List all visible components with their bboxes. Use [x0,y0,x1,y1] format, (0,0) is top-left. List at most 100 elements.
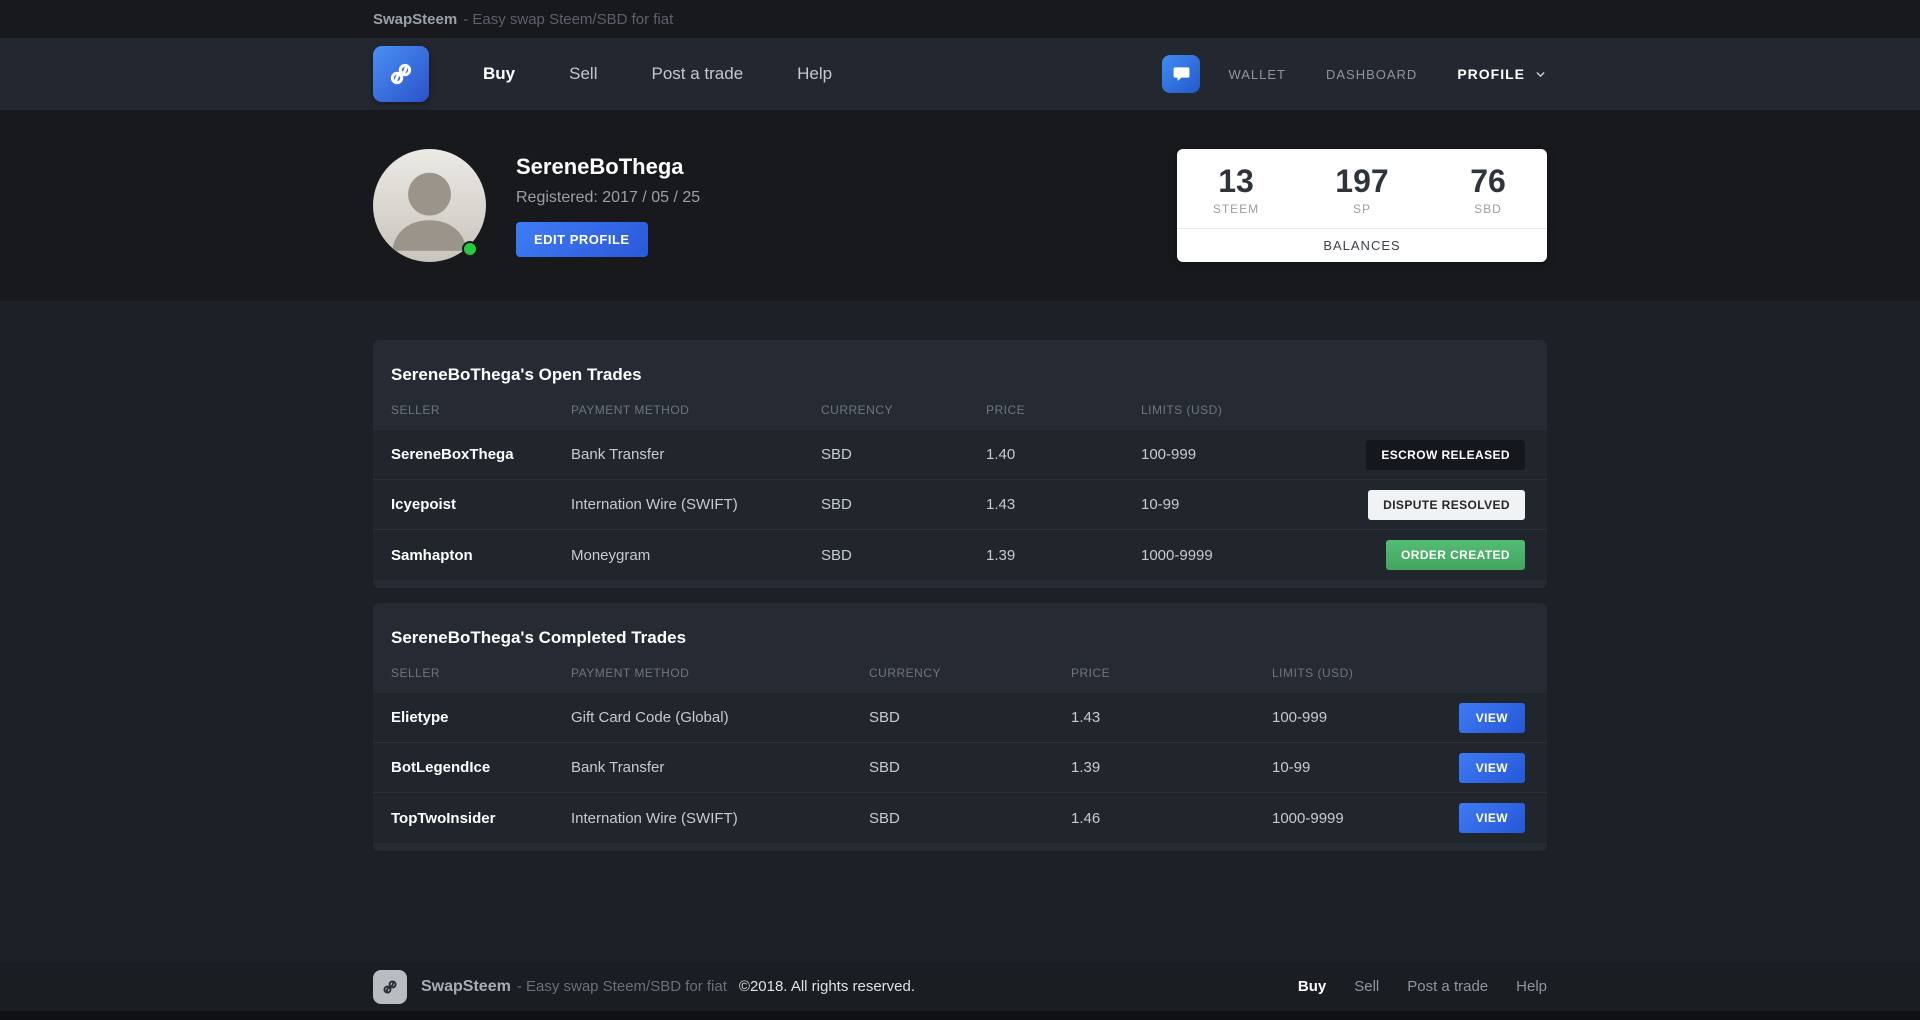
currency: SBD [869,709,900,726]
open-trades-panel: SereneBoThega's Open Trades SELLER PAYME… [373,340,1547,588]
column-header-limits: LIMITS (USD) [1272,666,1354,680]
dispute-resolved-button[interactable]: DISPUTE RESOLVED [1368,489,1525,520]
view-button[interactable]: VIEW [1458,803,1525,833]
payment-method: Moneygram [571,546,651,564]
payment-method: Bank Transfer [571,759,665,776]
open-trades-title: SereneBoThega's Open Trades [391,365,642,384]
column-header-price: PRICE [986,403,1026,417]
balance-sbd: 76 SBD [1451,163,1525,216]
footer: SwapSteem - Easy swap Steem/SBD for fiat… [0,962,1920,1011]
currency: SBD [821,446,852,463]
order-created-button[interactable]: ORDER CREATED [1386,540,1525,570]
limits: 100-999 [1272,709,1328,726]
footer-link-help[interactable]: Help [1516,978,1547,995]
topbar-brand: SwapSteem [373,10,458,28]
completed-trades-header-row: SELLER PAYMENT METHOD CURRENCY PRICE LIM… [373,666,1547,693]
currency: SBD [869,809,900,827]
currency: SBD [821,546,852,564]
column-header-limits: LIMITS (USD) [1141,403,1223,417]
bottom-strip [0,1011,1920,1020]
seller-name: Samhapton [391,546,473,564]
column-header-currency: CURRENCY [821,403,894,417]
balance-sp: 197 SP [1325,163,1399,216]
main-content: SereneBoThega's Open Trades SELLER PAYME… [0,301,1920,962]
avatar [373,149,486,262]
table-row: TopTwoInsider Internation Wire (SWIFT) S… [373,793,1547,843]
chat-button[interactable] [1162,55,1201,93]
limits: 1000-9999 [1272,809,1344,827]
nav-bar: Buy Sell Post a trade Help WALLET DASHBO… [0,38,1920,110]
payment-method: Internation Wire (SWIFT) [571,809,738,827]
currency: SBD [821,496,852,513]
balance-sbd-unit: SBD [1474,201,1502,216]
footer-tagline: - Easy swap Steem/SBD for fiat [516,978,727,995]
balances-card: 13 STEEM 197 SP 76 SBD BALANCES [1177,149,1547,262]
limits: 1000-9999 [1141,546,1213,564]
price: 1.39 [986,546,1016,564]
limits: 10-99 [1272,759,1311,776]
balance-sbd-value: 76 [1470,163,1506,200]
table-row: Icyepoist Internation Wire (SWIFT) SBD 1… [373,480,1547,530]
open-trades-header-row: SELLER PAYMENT METHOD CURRENCY PRICE LIM… [373,403,1547,430]
balance-sp-value: 197 [1335,163,1389,200]
seller-name: Icyepoist [391,496,457,513]
column-header-seller: SELLER [391,403,441,417]
nav-item-buy[interactable]: Buy [483,64,515,84]
completed-trades-title: SereneBoThega's Completed Trades [391,628,687,647]
seller-name: TopTwoInsider [391,809,496,827]
payment-method: Gift Card Code (Global) [571,709,729,726]
column-header-price: PRICE [1071,666,1111,680]
footer-brand: SwapSteem [421,977,511,995]
seller-name: Elietype [391,709,449,726]
seller-name: SereneBoxThega [391,446,514,463]
footer-logo-icon[interactable] [373,969,407,1004]
edit-profile-button[interactable]: EDIT PROFILE [516,222,648,257]
column-header-payment-method: PAYMENT METHOD [571,403,690,417]
profile-name: SereneBoThega [516,154,684,179]
seller-name: BotLegendIce [391,759,491,776]
nav-profile-label: PROFILE [1457,66,1525,82]
price: 1.40 [986,446,1016,463]
footer-link-sell[interactable]: Sell [1354,978,1379,995]
table-row: Samhapton Moneygram SBD 1.39 1000-9999 O… [373,530,1547,580]
balance-steem-value: 13 [1218,163,1254,200]
view-button[interactable]: VIEW [1458,752,1525,783]
footer-link-buy[interactable]: Buy [1298,978,1326,995]
view-button[interactable]: VIEW [1458,702,1525,733]
payment-method: Bank Transfer [571,446,665,463]
main-nav: Buy Sell Post a trade Help [483,64,832,84]
column-header-currency: CURRENCY [869,666,942,680]
swapsteem-logo-icon[interactable] [373,46,429,102]
nav-profile-menu[interactable]: PROFILE [1457,66,1547,82]
payment-method: Internation Wire (SWIFT) [571,496,738,513]
table-row: SereneBoxThega Bank Transfer SBD 1.40 10… [373,430,1547,480]
topbar: SwapSteem - Easy swap Steem/SBD for fiat [0,0,1920,38]
footer-link-post-a-trade[interactable]: Post a trade [1407,978,1488,995]
nav-wallet-link[interactable]: WALLET [1228,67,1286,82]
price: 1.39 [1071,759,1101,776]
nav-item-post-a-trade[interactable]: Post a trade [651,64,743,84]
nav-item-help[interactable]: Help [797,64,832,84]
price: 1.46 [1071,809,1101,827]
balances-values: 13 STEEM 197 SP 76 SBD [1177,149,1547,227]
balance-steem: 13 STEEM [1199,163,1273,216]
online-status-dot [462,241,478,257]
footer-links: Buy Sell Post a trade Help [1298,978,1547,995]
limits: 100-999 [1141,446,1197,463]
table-row: Elietype Gift Card Code (Global) SBD 1.4… [373,693,1547,743]
profile-info: SereneBoThega Registered: 2017 / 05 / 25… [516,154,700,257]
balances-title: BALANCES [1177,227,1547,262]
profile-header: SereneBoThega Registered: 2017 / 05 / 25… [0,110,1920,301]
table-row: BotLegendIce Bank Transfer SBD 1.39 10-9… [373,743,1547,793]
limits: 10-99 [1141,496,1180,513]
currency: SBD [869,759,900,776]
escrow-released-button[interactable]: ESCROW RELEASED [1366,439,1525,470]
column-header-payment-method: PAYMENT METHOD [571,666,690,680]
profile-registered-date: Registered: 2017 / 05 / 25 [516,189,701,206]
nav-dashboard-link[interactable]: DASHBOARD [1326,67,1417,82]
chat-bubble-icon [1173,66,1190,81]
price: 1.43 [986,496,1016,513]
balance-sp-unit: SP [1352,201,1371,216]
price: 1.43 [1071,709,1101,726]
nav-item-sell[interactable]: Sell [569,64,597,84]
